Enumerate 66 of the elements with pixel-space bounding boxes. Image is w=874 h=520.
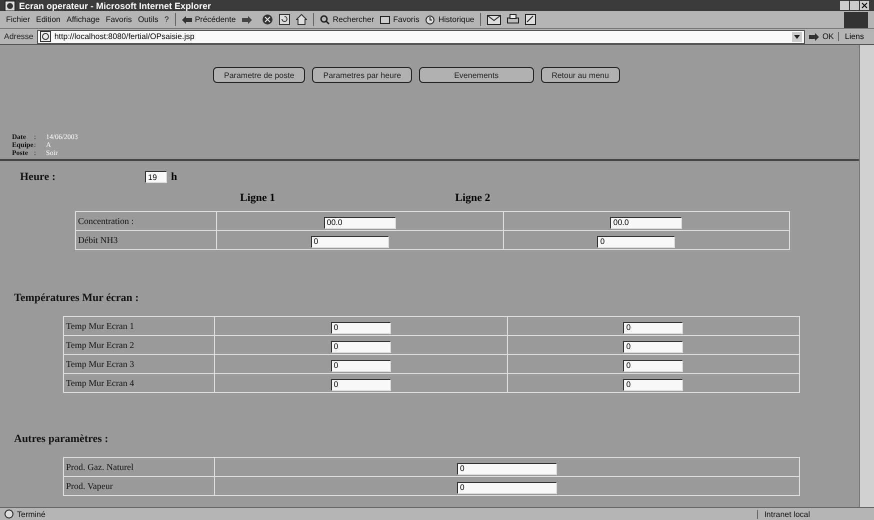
menu-item[interactable]: Fichier — [6, 15, 30, 24]
row-label: Temp Mur Ecran 3 — [64, 354, 214, 374]
menu-item[interactable]: Outils — [138, 15, 158, 24]
dropdown-arrow-icon[interactable] — [792, 32, 802, 42]
row-label: Temp Mur Ecran 4 — [64, 374, 214, 392]
mail-icon[interactable] — [487, 14, 502, 24]
menu-item[interactable]: Edition — [36, 15, 60, 24]
value-field[interactable]: 0 — [330, 378, 391, 390]
section-title: Températures Mur écran : — [14, 292, 140, 304]
row-label: Temp Mur Ecran 1 — [64, 316, 214, 336]
row-label: Temp Mur Ecran 2 — [64, 336, 214, 354]
folder-icon — [380, 14, 390, 24]
nav-button[interactable]: Parametres par heure — [312, 67, 412, 83]
row-label: Concentration : — [76, 212, 216, 230]
page-icon — [40, 31, 52, 42]
refresh-icon[interactable] — [278, 14, 290, 25]
value-field[interactable]: 0 — [330, 340, 391, 352]
nav-button[interactable]: Evenements — [419, 67, 534, 83]
value-field[interactable]: 0 — [623, 360, 684, 372]
hour-unit: h — [171, 171, 178, 183]
address-field[interactable]: http://localhost:8080/fertial/OPsaisie.jsp — [37, 30, 806, 44]
row-label: Débit NH3 — [76, 230, 216, 250]
nav-button[interactable]: Retour au menu — [540, 67, 620, 83]
back-arrow-icon — [182, 16, 192, 24]
menu-item[interactable]: ? — [164, 15, 169, 24]
print-icon[interactable] — [507, 14, 520, 25]
address-label: Adresse — [4, 32, 34, 41]
edit-icon[interactable] — [525, 14, 536, 25]
hour-field[interactable]: 19 — [145, 171, 167, 183]
search-icon — [320, 14, 330, 24]
status-text: Terminé — [4, 509, 46, 519]
value-field[interactable]: 0 — [457, 462, 557, 474]
links-button[interactable]: Liens — [838, 32, 870, 41]
value-field[interactable]: 0 — [597, 236, 676, 248]
row-label: Prod. Gaz. Naturel — [64, 458, 214, 476]
value-field[interactable]: 0 — [330, 360, 391, 372]
history-button[interactable]: Historique — [425, 14, 474, 24]
value-field[interactable]: 0 — [623, 378, 684, 390]
row-label: Prod. Vapeur — [64, 476, 214, 496]
search-button[interactable]: Rechercher — [320, 14, 374, 24]
back-button[interactable]: Précédente — [182, 15, 236, 24]
line-heading: Ligne 2 — [455, 192, 490, 204]
menu-item[interactable]: Affichage — [66, 15, 100, 24]
value-field[interactable]: 00.0 — [324, 216, 396, 228]
menu-item[interactable]: Favoris — [106, 15, 132, 24]
home-icon[interactable] — [296, 14, 307, 25]
scrollbar[interactable] — [859, 45, 874, 507]
nav-button[interactable]: Parametre de poste — [213, 67, 306, 83]
value-field[interactable]: 0 — [310, 236, 389, 248]
value-field[interactable]: 0 — [457, 482, 557, 494]
line-heading: Ligne 1 — [240, 192, 276, 204]
hour-label: Heure : — [20, 171, 57, 183]
stop-icon[interactable] — [262, 14, 273, 25]
section-title: Autres paramètres : — [14, 433, 110, 445]
value-field[interactable]: 00.0 — [610, 216, 682, 228]
value-field[interactable]: 0 — [330, 322, 391, 334]
zone-label: Intranet local — [757, 510, 870, 518]
window-title: Ecran operateur - Microsoft Internet Explorer — [19, 0, 212, 10]
go-arrow-icon — [809, 32, 820, 40]
window-controls-icon[interactable] — [840, 0, 870, 10]
value-field[interactable]: 0 — [623, 322, 684, 334]
globe-icon — [4, 509, 14, 519]
clock-icon — [425, 14, 436, 24]
favorites-button[interactable]: Favoris — [380, 14, 420, 24]
value-field[interactable]: 0 — [623, 340, 684, 352]
go-button[interactable]: OK — [809, 32, 834, 41]
